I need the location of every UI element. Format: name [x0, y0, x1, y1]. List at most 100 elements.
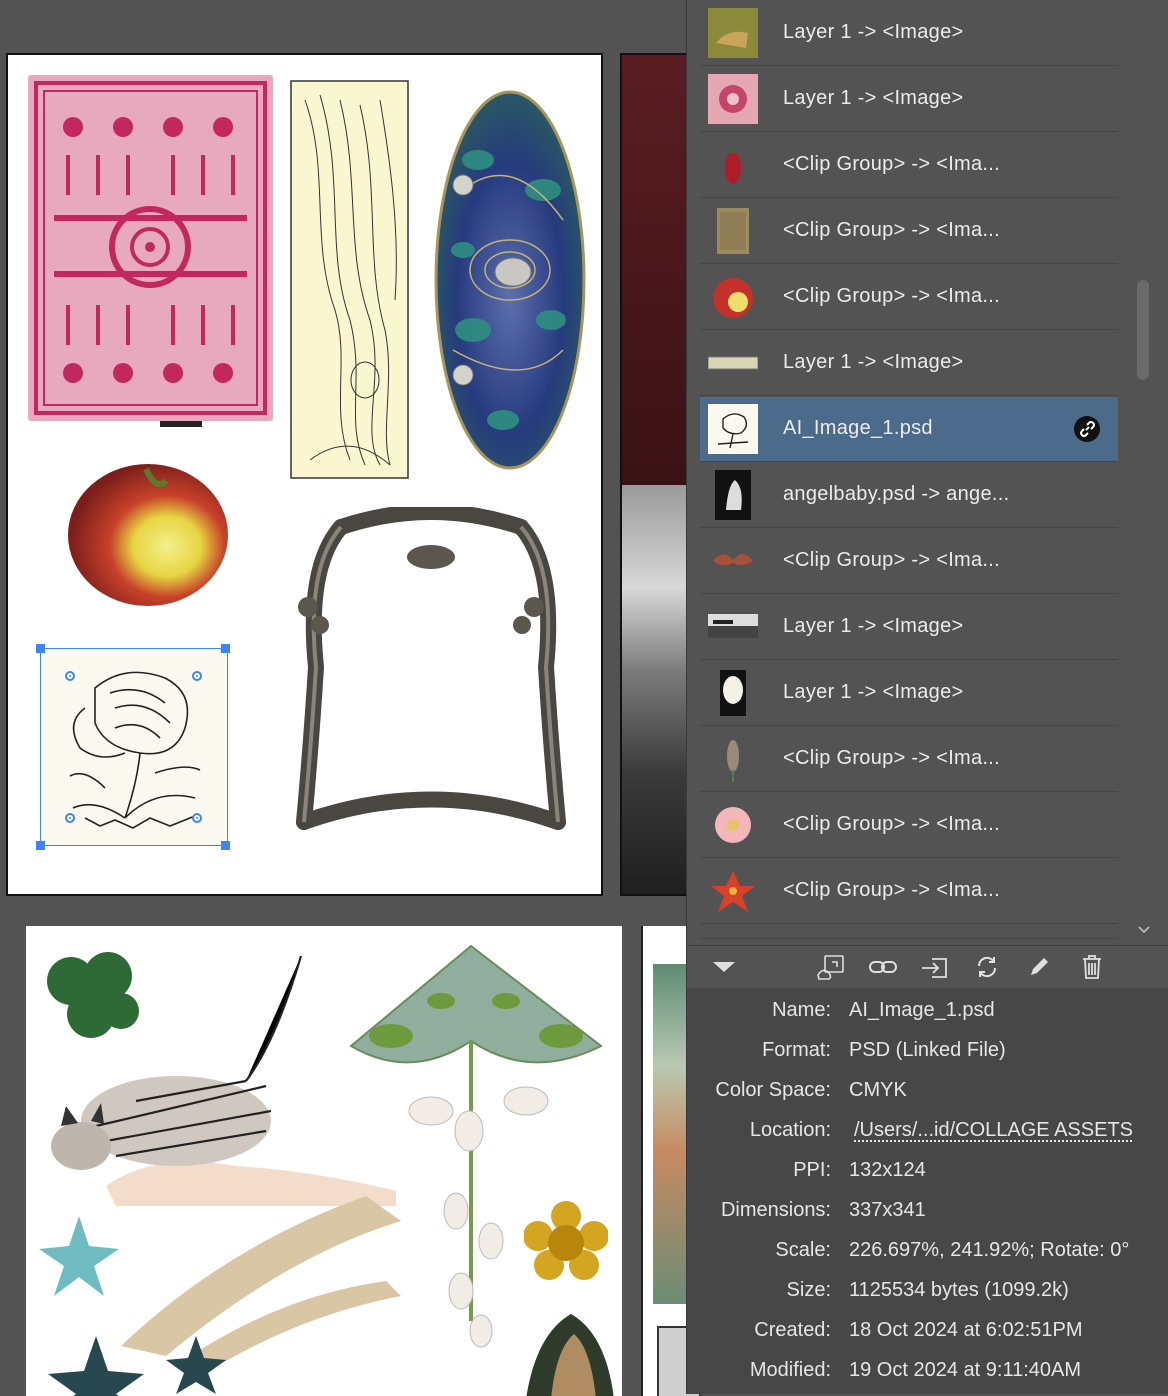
link-row[interactable]: Layer 1 -> <Image> — [700, 67, 1118, 132]
link-row-label: Layer 1 -> <Image> — [783, 681, 964, 703]
corner-widget-top-left[interactable] — [65, 671, 75, 681]
link-row-label: <Clip Group> -> <Ima... — [783, 285, 1000, 307]
info-dimensions-value: 337x341 — [849, 1199, 926, 1221]
pink-flower-thumb — [708, 74, 758, 124]
link-row-label: <Clip Group> -> <Ima... — [783, 813, 1000, 835]
link-row-label: <Clip Group> -> <Ima... — [783, 549, 1000, 571]
selection-handle-top-left[interactable] — [36, 644, 45, 653]
link-row-label: Layer 1 -> <Image> — [783, 351, 964, 373]
apple-image[interactable] — [66, 461, 231, 609]
go-to-link-icon[interactable] — [920, 952, 950, 982]
info-created-key: Created: — [754, 1319, 831, 1341]
info-ppi-value: 132x124 — [849, 1159, 926, 1181]
links-list-scrollbar[interactable] — [1133, 0, 1155, 945]
corner-widget-bottom-left[interactable] — [65, 813, 75, 823]
info-format-key: Format: — [762, 1039, 831, 1061]
info-location-row: Location: /Users/...id/COLLAGE ASSETS — [687, 1110, 1168, 1150]
artboard-3[interactable] — [26, 926, 622, 1396]
seascape-thumb — [708, 602, 758, 652]
moth-thumb — [708, 536, 758, 586]
info-modified-row: Modified: 19 Oct 2024 at 9:11:40AM — [687, 1350, 1168, 1390]
info-format-value: PSD (Linked File) — [849, 1039, 1006, 1061]
link-row[interactable]: <Clip Group> -> <Ima... — [700, 529, 1118, 594]
link-info-section: Name: AI_Image_1.psd Format: PSD (Linked… — [687, 988, 1168, 1394]
scrollbar-thumb[interactable] — [1137, 280, 1149, 380]
info-scale-value: 226.697%, 241.92%; Rotate: 0° — [849, 1239, 1130, 1261]
ornament-thumb — [708, 668, 758, 718]
link-row[interactable]: <Clip Group> -> <Ima... — [700, 727, 1118, 792]
info-size-row: Size: 1125534 bytes (1099.2k) — [687, 1270, 1168, 1310]
info-created-row: Created: 18 Oct 2024 at 6:02:51PM — [687, 1310, 1168, 1350]
edit-original-icon[interactable] — [1024, 952, 1054, 982]
selection-handle-bottom-left[interactable] — [36, 841, 45, 850]
link-row[interactable]: <Clip Group> -> <Ima... — [700, 265, 1118, 330]
link-row[interactable]: angelbaby.psd -> ange... — [700, 463, 1118, 528]
corner-widget-top-right[interactable] — [192, 671, 202, 681]
jeweled-brooch-image[interactable] — [433, 90, 588, 475]
info-dimensions-row: Dimensions: 337x341 — [687, 1190, 1168, 1230]
info-format-row: Format: PSD (Linked File) — [687, 1030, 1168, 1070]
flower-sketch-thumb — [708, 404, 758, 454]
info-ppi-row: PPI: 132x124 — [687, 1150, 1168, 1190]
scroll-down-chevron-icon[interactable] — [1136, 922, 1152, 938]
collapse-icon[interactable] — [709, 952, 739, 982]
relink-from-cc-icon[interactable] — [815, 952, 845, 982]
info-scale-row: Scale: 226.697%, 241.92%; Rotate: 0° — [687, 1230, 1168, 1270]
info-size-value: 1125534 bytes (1099.2k) — [849, 1279, 1069, 1301]
link-row-label: <Clip Group> -> <Ima... — [783, 153, 1000, 175]
gold-flower-button-image[interactable] — [524, 1201, 608, 1281]
info-colorspace-key: Color Space: — [715, 1079, 831, 1101]
link-row-label: AI_Image_1.psd — [783, 417, 933, 439]
link-row[interactable]: Layer 1 -> <Image> — [700, 661, 1118, 726]
link-row[interactable]: Layer 1 -> <Image> — [700, 595, 1118, 660]
selection-handle-bottom-right[interactable] — [221, 841, 230, 850]
delete-icon[interactable] — [1077, 952, 1107, 982]
info-modified-value: 19 Oct 2024 at 9:11:40AM — [849, 1359, 1082, 1381]
apple-thumb — [708, 272, 758, 322]
link-row[interactable]: Layer 1 -> <Image> — [700, 331, 1118, 396]
angel-statue-thumb — [708, 470, 758, 520]
link-row-label: angelbaby.psd -> ange... — [783, 483, 1010, 505]
link-row[interactable]: AI_Image_1.psd — [700, 397, 1118, 462]
link-row[interactable]: Layer 1 -> <Image> — [700, 1, 1118, 66]
link-row[interactable]: <Clip Group> -> <Ima... — [700, 133, 1118, 198]
artboard-1[interactable] — [6, 53, 603, 896]
red-lily-thumb — [708, 866, 758, 916]
pink-rose-thumb — [708, 800, 758, 850]
corner-widget-bottom-right[interactable] — [192, 813, 202, 823]
link-row-label: <Clip Group> -> <Ima... — [783, 747, 1000, 769]
info-scale-key: Scale: — [775, 1239, 831, 1261]
link-row-label: Layer 1 -> <Image> — [783, 87, 964, 109]
link-row-label: Layer 1 -> <Image> — [783, 615, 964, 637]
link-row-partial[interactable] — [700, 925, 1118, 939]
info-colorspace-value: CMYK — [849, 1079, 907, 1101]
strip-image-thumb — [708, 338, 758, 388]
linked-file-icon — [1074, 416, 1100, 442]
pewter-frame-image[interactable] — [286, 507, 576, 842]
pink-pattern-card-image[interactable] — [28, 75, 273, 425]
link-row-label: <Clip Group> -> <Ima... — [783, 879, 1000, 901]
info-colorspace-row: Color Space: CMYK — [687, 1070, 1168, 1110]
art-nouveau-panel-image[interactable] — [290, 80, 410, 480]
info-name-key: Name: — [772, 999, 831, 1021]
info-ppi-key: PPI: — [793, 1159, 831, 1181]
red-berry-thumb — [708, 140, 758, 190]
info-size-key: Size: — [786, 1279, 831, 1301]
info-name-value: AI_Image_1.psd — [849, 999, 995, 1021]
lavender-thumb — [708, 734, 758, 784]
update-link-icon[interactable] — [972, 952, 1002, 982]
link-row[interactable]: <Clip Group> -> <Ima... — [700, 859, 1118, 924]
link-row[interactable]: <Clip Group> -> <Ima... — [700, 793, 1118, 858]
spiky-seed-image[interactable] — [516, 1304, 616, 1396]
card-shadow — [160, 421, 202, 427]
links-list[interactable]: Layer 1 -> <Image> Layer 1 -> <Image> <Cli… — [700, 0, 1118, 945]
info-location-link[interactable]: /Users/...id/COLLAGE ASSETS — [854, 1119, 1133, 1142]
info-modified-key: Modified: — [749, 1359, 831, 1381]
jade-pendant-image[interactable] — [331, 941, 611, 1361]
info-name-row: Name: AI_Image_1.psd — [687, 990, 1168, 1030]
selection-handle-top-right[interactable] — [221, 644, 230, 653]
link-row[interactable]: <Clip Group> -> <Ima... — [700, 199, 1118, 264]
relink-icon[interactable] — [868, 952, 898, 982]
links-panel: Layer 1 -> <Image> Layer 1 -> <Image> <Cli… — [686, 0, 1168, 1394]
deer-tapestry-thumb — [708, 8, 758, 58]
